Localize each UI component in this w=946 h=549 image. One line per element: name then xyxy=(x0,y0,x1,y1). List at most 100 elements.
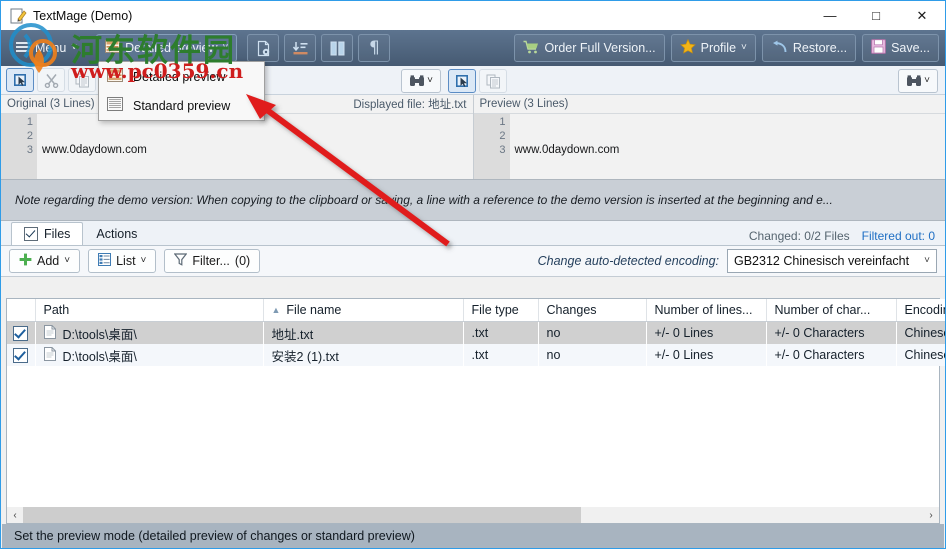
encoding-value: GB2312 Chinesisch vereinfacht xyxy=(734,254,910,268)
column-header-select-all[interactable] xyxy=(7,299,36,322)
order-full-version-button[interactable]: Order Full Version... xyxy=(514,34,665,62)
column-header-filetype[interactable]: File type xyxy=(463,299,539,322)
row-checkbox[interactable] xyxy=(7,322,35,345)
maximize-button[interactable]: □ xyxy=(853,1,899,30)
column-header-path[interactable]: Path xyxy=(35,299,264,322)
minimize-button[interactable]: — xyxy=(807,1,853,30)
save-label: Save... xyxy=(891,41,930,55)
sort-insert-icon[interactable] xyxy=(284,34,317,62)
star-icon xyxy=(679,38,696,57)
profile-button[interactable]: Profile ˅ xyxy=(670,34,756,62)
list-button[interactable]: List ˅ xyxy=(88,249,157,273)
table-row[interactable]: D:\tools\桌面\ 地址.txt .txt no +/- 0 Lines … xyxy=(7,321,945,345)
line-number: 2 xyxy=(26,130,33,142)
row-checkbox[interactable] xyxy=(7,344,35,366)
window-title: TextMage (Demo) xyxy=(33,8,133,23)
select-cursor-icon[interactable] xyxy=(6,68,34,92)
pilcrow-icon[interactable]: ¶ xyxy=(358,34,391,62)
preview-toolbar-mid-group xyxy=(448,69,507,93)
order-full-version-label: Order Full Version... xyxy=(544,41,656,55)
cell-encoding: Chinese S xyxy=(904,348,946,362)
right-find-group: ˅ xyxy=(898,69,938,93)
columns-icon[interactable] xyxy=(321,34,354,62)
cell-filename: 地址.txt xyxy=(271,327,314,342)
left-find-group: ˅ xyxy=(401,69,441,93)
files-table-container: Path ▲ File name File type Changes Number… xyxy=(6,298,945,508)
tab-actions[interactable]: Actions xyxy=(83,222,150,245)
filter-button[interactable]: Filter... (0) xyxy=(164,249,261,273)
checkbox-checked-icon[interactable] xyxy=(13,325,29,341)
preview-pane-body[interactable]: 1 2 3 www.0daydown.com ÕËºÅ£ºpc0359 ÃÜÂë… xyxy=(473,114,946,179)
encoding-label: Change auto-detected encoding: xyxy=(537,254,719,268)
cell-filetype: .txt xyxy=(471,348,489,362)
text-line: www.0daydown.com xyxy=(514,144,620,156)
preview-text-content[interactable]: www.0daydown.com ÕËºÅ£ºpc0359 ÃÜÂë£ºwww.… xyxy=(510,114,946,179)
changed-status: Changed: 0/2 Files xyxy=(748,229,850,243)
file-icon xyxy=(43,324,56,342)
document-settings-icon[interactable] xyxy=(247,34,280,62)
preview-mode-dropdown-button[interactable]: Detailed preview ˅ xyxy=(96,34,238,62)
checkbox-checked-icon[interactable] xyxy=(13,347,29,363)
column-header-chars[interactable]: Number of char... xyxy=(766,299,897,322)
preview-pane-title: Preview (3 Lines) xyxy=(479,98,569,110)
menu-item-detailed-preview-label: Detailed preview xyxy=(133,69,226,84)
chevron-down-icon: ˅ xyxy=(222,42,229,53)
files-tab-checkbox-icon[interactable] xyxy=(24,227,38,241)
tab-strip-status: Changed: 0/2 Files Filtered out: 0 xyxy=(749,229,945,245)
save-button[interactable]: Save... xyxy=(862,34,939,62)
cell-lines: +/- 0 Lines xyxy=(654,326,714,340)
preview-line-numbers: 1 2 3 xyxy=(473,114,510,179)
chevron-down-icon: ˅ xyxy=(741,42,747,53)
files-action-bar: Add ˅ List ˅ Filter... (0) Change auto-d… xyxy=(1,245,945,277)
detailed-preview-icon xyxy=(107,68,123,85)
original-line-numbers: 1 2 3 xyxy=(1,114,37,179)
profile-label: Profile xyxy=(700,41,737,55)
scroll-left-arrow-icon[interactable]: ‹ xyxy=(7,507,23,523)
filtered-out-status[interactable]: Filtered out: 0 xyxy=(862,229,935,243)
cell-lines: +/- 0 Lines xyxy=(654,348,714,362)
demo-version-note: Note regarding the demo version: When co… xyxy=(1,179,945,221)
status-bar: Set the preview mode (detailed preview o… xyxy=(2,524,944,548)
horizontal-scrollbar[interactable]: ‹ › xyxy=(6,507,940,524)
scrollbar-track[interactable] xyxy=(23,507,923,523)
filter-label: Filter... xyxy=(192,254,230,268)
column-header-filename[interactable]: ▲ File name xyxy=(263,299,464,322)
menu-button[interactable]: Menu ˅ xyxy=(7,34,86,62)
restore-button[interactable]: Restore... xyxy=(761,34,857,62)
find-binoculars-icon[interactable]: ˅ xyxy=(401,69,441,93)
preview-pane-header: Preview (3 Lines) xyxy=(473,95,945,114)
menu-item-standard-preview[interactable]: Standard preview xyxy=(99,91,264,120)
original-pane-body[interactable]: 1 2 3 www.0daydown.com ÕËºÅ£ºpc0359 ÃÜÂë… xyxy=(1,114,473,179)
menu-label: Menu xyxy=(35,41,67,55)
sort-ascending-icon: ▲ xyxy=(271,305,281,315)
chevron-down-icon: ˅ xyxy=(924,75,930,86)
table-row[interactable]: D:\tools\桌面\ 安装2 (1).txt .txt no +/- 0 L… xyxy=(7,344,946,366)
menu-item-detailed-preview[interactable]: Detailed preview xyxy=(99,62,264,91)
select-cursor-icon[interactable] xyxy=(448,69,476,93)
scroll-right-arrow-icon[interactable]: › xyxy=(923,507,939,523)
cell-chars: +/- 0 Characters xyxy=(774,326,865,340)
tab-files[interactable]: Files xyxy=(11,222,84,245)
cut-scissors-icon[interactable] xyxy=(37,68,65,92)
add-button[interactable]: Add ˅ xyxy=(9,249,81,273)
encoding-select[interactable]: GB2312 Chinesisch vereinfacht ˅ xyxy=(727,249,937,273)
cart-icon xyxy=(523,40,539,57)
original-text-content[interactable]: www.0daydown.com ÕËºÅ£ºpc0359 ÃÜÂë£ºwww.… xyxy=(37,114,473,179)
column-header-encoding[interactable]: Encoding xyxy=(896,299,945,322)
floppy-icon xyxy=(871,39,886,57)
menu-item-standard-preview-label: Standard preview xyxy=(133,98,231,113)
column-header-changes[interactable]: Changes xyxy=(538,299,647,322)
cell-filetype: .txt xyxy=(471,326,489,340)
copy-pages-icon[interactable] xyxy=(68,68,96,92)
scrollbar-thumb[interactable] xyxy=(23,507,581,523)
copy-pages-icon[interactable] xyxy=(479,69,507,93)
list-icon xyxy=(98,253,112,269)
close-button[interactable]: ✕ xyxy=(899,1,945,30)
column-header-filename-label: File name xyxy=(286,303,342,317)
displayed-file-label: Displayed file: 地址.txt xyxy=(353,99,467,111)
line-number: 3 xyxy=(26,144,33,156)
find-binoculars-icon[interactable]: ˅ xyxy=(898,69,938,93)
column-header-lines[interactable]: Number of lines... xyxy=(646,299,767,322)
original-pane-title: Original (3 Lines) xyxy=(7,98,95,110)
line-number: 1 xyxy=(499,116,506,128)
